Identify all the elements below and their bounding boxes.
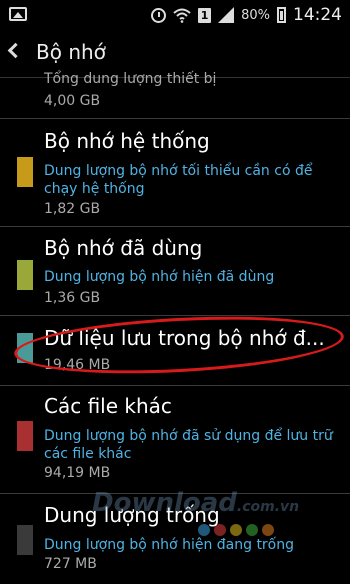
watermark-dots xyxy=(198,524,274,536)
storage-item-system[interactable]: Bộ nhớ hệ thống Dung lượng bộ nhớ tối th… xyxy=(0,119,350,227)
item-name: Bộ nhớ hệ thống xyxy=(44,129,210,153)
item-size: 727 MB xyxy=(44,556,97,572)
item-size: 94,19 MB xyxy=(44,465,111,481)
watermark-dot xyxy=(198,524,210,536)
total-storage-label: Tổng dung lượng thiết bị xyxy=(44,71,217,87)
item-description: Dung lượng bộ nhớ hiện đã dùng xyxy=(44,269,275,285)
item-size: 1,82 GB xyxy=(44,201,101,217)
signal-icon xyxy=(218,7,235,23)
total-storage-item: Tổng dung lượng thiết bị 4,00 GB xyxy=(0,71,350,119)
watermark: Download.com.vn xyxy=(92,488,299,518)
item-size: 1,36 GB xyxy=(44,290,101,306)
item-name: Bộ nhớ đã dùng xyxy=(44,236,203,260)
color-swatch xyxy=(17,421,33,451)
watermark-dot xyxy=(230,524,242,536)
sim-slot-icon: 1 xyxy=(198,7,212,23)
gallery-notification-icon xyxy=(9,7,27,21)
watermark-dot xyxy=(214,524,226,536)
color-swatch xyxy=(17,260,33,290)
item-name: Các file khác xyxy=(44,394,172,418)
back-arrow-icon[interactable] xyxy=(7,42,24,59)
wifi-icon xyxy=(173,8,191,23)
battery-percent: 80% xyxy=(241,7,270,23)
alarm-icon xyxy=(151,7,167,23)
item-description: Dung lượng bộ nhớ tối thiểu cần có để ch… xyxy=(44,163,313,197)
total-storage-value: 4,00 GB xyxy=(44,93,101,109)
color-swatch xyxy=(17,157,33,187)
clock: 14:24 xyxy=(293,5,342,25)
item-description: Dung lượng bộ nhớ hiện đang trống xyxy=(44,537,295,553)
color-swatch xyxy=(17,525,33,555)
status-icons: 1 80% 14:24 xyxy=(151,4,342,26)
watermark-dot xyxy=(262,524,274,536)
item-description: Dung lượng bộ nhớ đã sử dụng để lưu trữ … xyxy=(44,428,333,462)
storage-item-other-files[interactable]: Các file khác Dung lượng bộ nhớ đã sử dụ… xyxy=(0,386,350,494)
watermark-text: Download xyxy=(92,488,237,518)
storage-item-used[interactable]: Bộ nhớ đã dùng Dung lượng bộ nhớ hiện đã… xyxy=(0,227,350,316)
battery-icon xyxy=(277,7,286,23)
page-title[interactable]: Bộ nhớ xyxy=(36,40,106,64)
watermark-suffix: .com.vn xyxy=(236,499,300,515)
status-bar: 1 80% 14:24 xyxy=(0,0,350,30)
watermark-dot xyxy=(246,524,258,536)
